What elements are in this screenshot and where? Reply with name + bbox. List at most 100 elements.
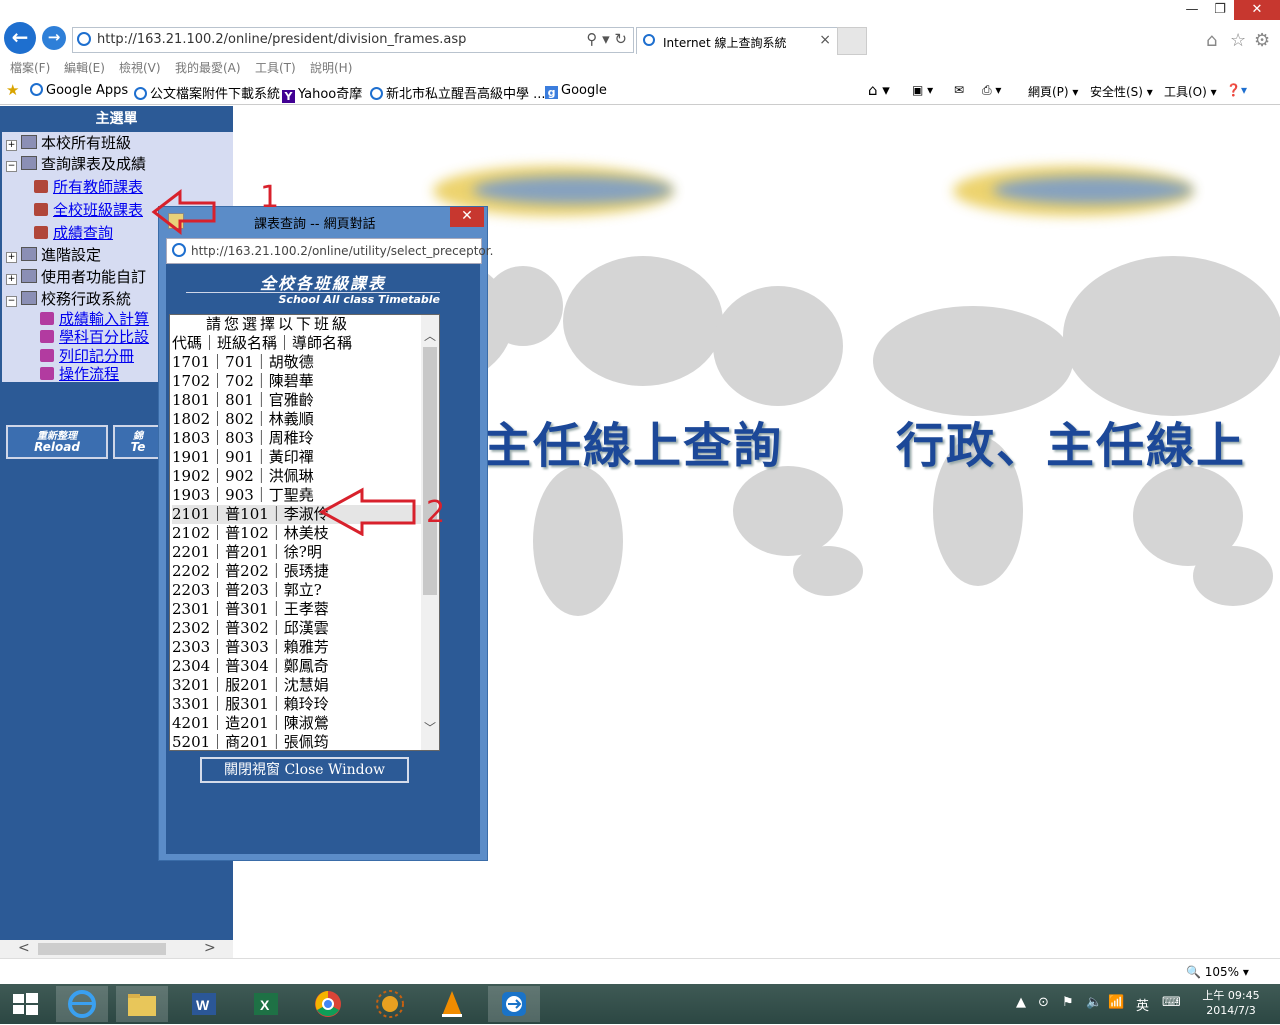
flag-icon[interactable]: ⚑ [1062,995,1074,1010]
word-icon[interactable]: W [178,986,230,1022]
dialog-close-button[interactable]: ✕ [450,207,484,227]
close-window-button[interactable]: 關閉視窗 Close Window [200,757,409,783]
list-item[interactable]: 2203｜普203｜郭立? [172,581,322,600]
fav-document-download[interactable]: 公文檔案附件下載系統 [134,83,280,102]
tree-item-user-custom[interactable]: + 使用者功能自訂 [6,266,146,287]
listbox-scrollbar[interactable]: ︿ ﹀ [421,315,439,750]
menu-help[interactable]: 說明(H) [310,59,352,76]
list-item[interactable]: 1803｜803｜周稚玲 [172,429,314,448]
menu-favorites[interactable]: 我的最愛(A) [175,59,241,76]
scroll-left-icon[interactable]: < [18,940,30,956]
safety-menu[interactable]: 安全性(S) ▾ [1090,83,1153,100]
scroll-right-icon[interactable]: > [204,940,216,956]
reload-button[interactable]: 重新整理 Reload [6,425,108,459]
list-item[interactable]: 2102｜普102｜林美枝 [172,524,329,543]
list-item[interactable]: 1901｜901｜黃印禪 [172,448,314,467]
expand-icon[interactable]: + [6,274,17,285]
list-item[interactable]: 4201｜造201｜陳淑鶯 [172,714,329,733]
list-item[interactable]: 2201｜普201｜徐?明 [172,543,322,562]
scroll-down-icon[interactable]: ﹀ [424,719,436,736]
menu-file[interactable]: 檔案(F) [10,59,50,76]
list-item[interactable]: 1902｜902｜洪佩琳 [172,467,314,486]
excel-icon[interactable]: X [240,986,292,1022]
search-refresh-icon[interactable]: ⚲ ▾ ↻ [586,30,627,48]
tree-item-advanced[interactable]: + 進階設定 [6,244,101,265]
fav-yahoo[interactable]: Y Yahoo奇摩 [282,83,362,103]
list-item[interactable]: 1702｜702｜陳碧華 [172,372,314,391]
tree-link-teacher-timetable[interactable]: 所有教師課表 [34,176,143,197]
list-item[interactable]: 2302｜普302｜邱漢雲 [172,619,329,638]
fav-google-apps[interactable]: Google Apps [30,83,128,98]
scroll-up-icon[interactable]: ︿ [424,327,436,344]
zoom-level[interactable]: 🔍 105% ▾ [1186,965,1249,979]
file-explorer-icon[interactable] [116,986,168,1022]
list-item[interactable]: 1701｜701｜胡敬德 [172,353,314,372]
maximize-button[interactable]: ❐ [1206,0,1234,20]
back-button[interactable]: ← [4,22,36,54]
list-item[interactable]: 3301｜服301｜賴玲玲 [172,695,329,714]
list-item[interactable]: 3201｜服201｜沈慧娟 [172,676,329,695]
collapse-icon[interactable]: − [6,161,17,172]
tree-link-grades[interactable]: 成績查詢 [34,222,113,243]
list-item[interactable]: 2303｜普303｜賴雅芳 [172,638,329,657]
scroll-thumb[interactable] [38,943,166,955]
address-bar[interactable]: http://163.21.100.2/online/president/div… [72,27,634,53]
menu-view[interactable]: 檢視(V) [119,59,161,76]
tree-item-admin[interactable]: − 校務行政系統 [6,288,131,309]
network-icon[interactable]: 📶 [1108,995,1124,1010]
tree-link-percent[interactable]: 學科百分比設 [40,326,149,347]
tray-clock[interactable]: 上午 09:45 2014/7/3 [1196,988,1266,1018]
page-icon [40,330,54,343]
secondary-button[interactable]: 錦 Te [113,425,163,459]
print-icon[interactable]: ⎙ ▾ [982,83,1001,98]
window-close-button[interactable]: ✕ [1234,0,1280,20]
list-item[interactable]: 1801｜801｜官雅齡 [172,391,314,410]
tree-link-class-timetable[interactable]: 全校班級課表 [34,199,143,220]
settings-gear-icon[interactable]: ⚙ [1254,30,1270,51]
ie-taskbar-icon[interactable] [56,986,108,1022]
scroll-thumb[interactable] [423,347,437,595]
page-menu[interactable]: 網頁(P) ▾ [1028,83,1078,100]
favorites-star-icon[interactable]: ☆ [1230,30,1246,51]
list-item[interactable]: 5201｜商201｜張佩筠 [172,733,329,750]
left-frame-scrollbar[interactable]: < > [0,940,233,958]
forward-button[interactable]: → [42,26,66,50]
volume-icon[interactable]: 🔈 [1086,995,1102,1010]
tray-app-icon[interactable]: ⊙ [1038,995,1049,1010]
expand-icon[interactable]: + [6,140,17,151]
list-item[interactable]: 1903｜903｜丁聖堯 [172,486,314,505]
favorites-star-icon[interactable]: ★ [6,81,19,99]
tools-menu[interactable]: 工具(O) ▾ [1164,83,1217,100]
keyboard-icon[interactable]: ⌨ [1162,995,1181,1010]
ime-indicator[interactable]: 英 [1136,995,1149,1014]
collapse-icon[interactable]: − [6,296,17,307]
home-toolbar-icon[interactable]: ⌂ ▾ [868,81,890,99]
fav-school[interactable]: 新北市私立醒吾高級中學 ... [370,83,546,102]
menu-edit[interactable]: 編輯(E) [64,59,105,76]
tree-item-all-classes[interactable]: + 本校所有班級 [6,132,131,153]
help-icon[interactable]: ❓▾ [1226,83,1247,97]
chrome-icon[interactable] [302,986,354,1022]
minimize-button[interactable]: — [1178,0,1206,20]
menu-bar: 檔案(F) 編輯(E) 檢視(V) 我的最愛(A) 工具(T) 說明(H) [0,56,1280,78]
close-tab-icon[interactable]: × [819,32,831,48]
vlc-icon[interactable] [426,986,478,1022]
app-sun-icon[interactable] [364,986,416,1022]
teamviewer-icon[interactable] [488,986,540,1022]
browser-tab[interactable]: Internet 線上查詢系統 × [636,27,838,54]
list-item[interactable]: 2301｜普301｜王孝蓉 [172,600,329,619]
list-item[interactable]: 2202｜普202｜張琇捷 [172,562,329,581]
start-button[interactable] [0,986,50,1022]
list-item[interactable]: 1802｜802｜林義順 [172,410,314,429]
new-tab-button[interactable] [837,27,867,55]
tree-item-query[interactable]: − 查詢課表及成績 [6,153,146,174]
menu-tools[interactable]: 工具(T) [255,59,296,76]
feeds-icon[interactable]: ▣ ▾ [912,83,933,97]
fav-google[interactable]: g Google [545,83,607,99]
mail-icon[interactable]: ✉ [954,83,964,97]
expand-icon[interactable]: + [6,252,17,263]
home-icon[interactable]: ⌂ [1206,30,1217,51]
tree-link-workflow[interactable]: 操作流程 [40,363,119,384]
list-item[interactable]: 2304｜普304｜鄭鳳奇 [172,657,329,676]
tray-expand-icon[interactable]: ▲ [1016,995,1026,1010]
